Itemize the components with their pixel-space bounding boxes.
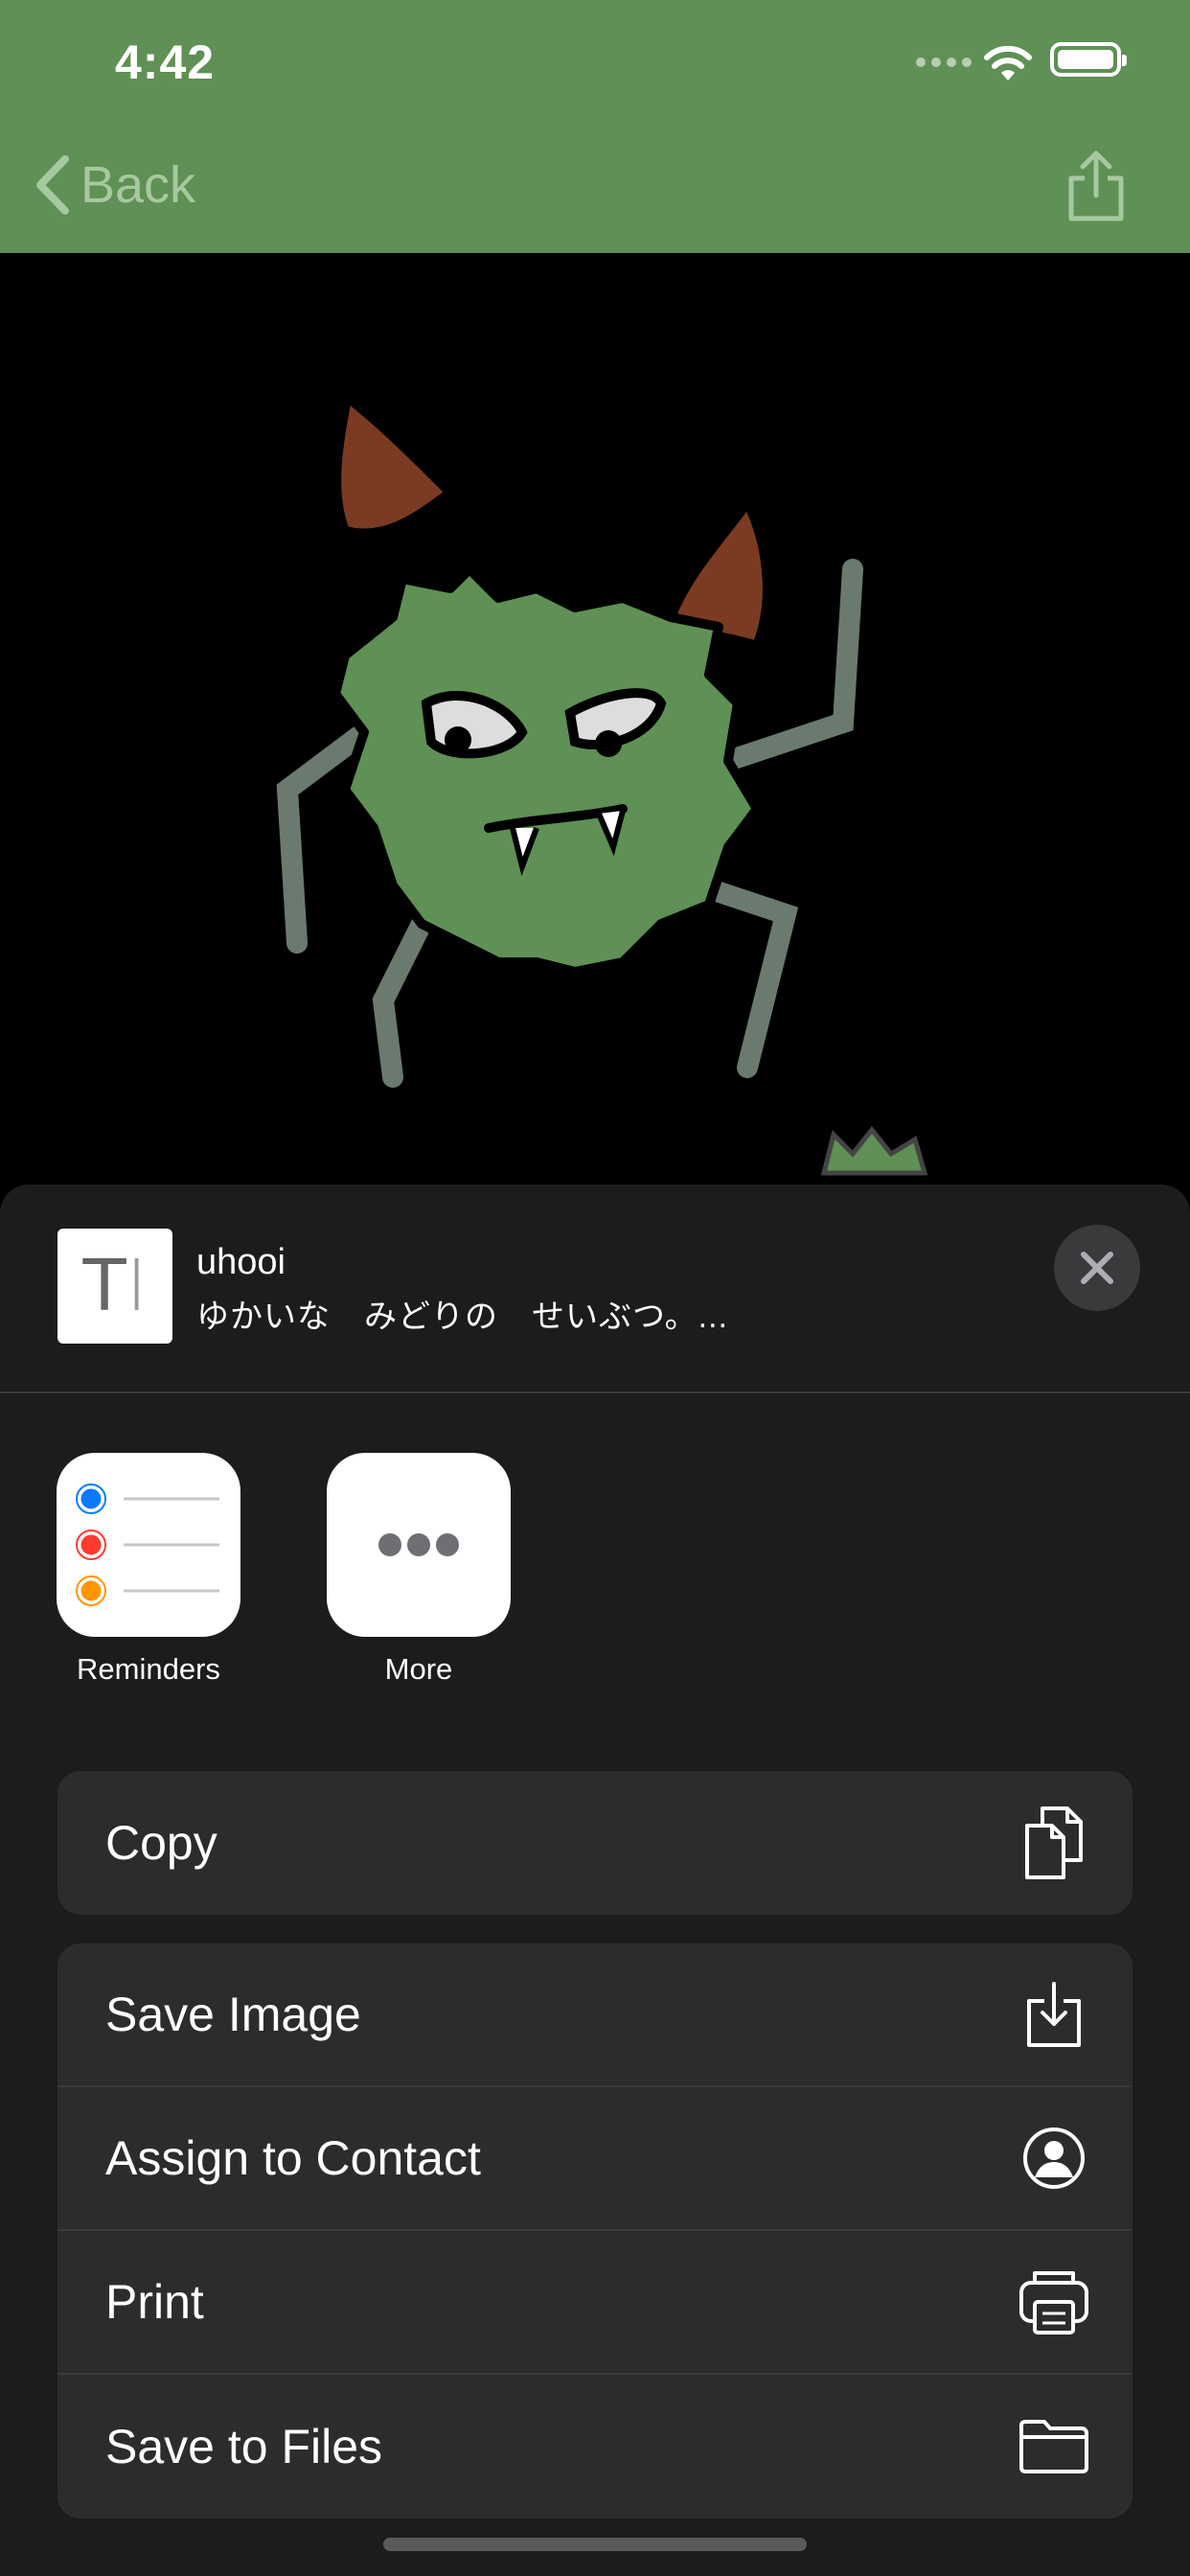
save-to-files-label: Save to Files	[105, 2420, 383, 2473]
action-group-main: Save Image Assign to Contact Print Save …	[57, 1944, 1133, 2518]
close-button[interactable]	[1054, 1225, 1140, 1311]
copy-label: Copy	[105, 1816, 217, 1870]
more-icon	[327, 1453, 511, 1637]
share-sheet: TI uhooi ゆかいな みどりの せいぶつ。... Reminders Mo…	[0, 1184, 1190, 2576]
more-label: More	[384, 1652, 453, 1686]
assign-to-contact-button[interactable]: Assign to Contact	[57, 2087, 1133, 2231]
back-button[interactable]: Back	[33, 153, 195, 217]
reminders-icon	[57, 1453, 240, 1637]
assign-to-contact-label: Assign to Contact	[105, 2131, 481, 2185]
text-document-thumbnail: TI	[57, 1229, 172, 1344]
print-label: Print	[105, 2275, 204, 2329]
more-apps-button[interactable]: More	[323, 1453, 515, 1687]
print-button[interactable]: Print	[57, 2231, 1133, 2375]
copy-icon	[1016, 1805, 1092, 1881]
share-icon[interactable]	[1065, 150, 1127, 222]
print-icon	[1016, 2264, 1092, 2340]
save-image-icon	[1016, 1976, 1092, 2053]
close-icon	[1081, 1252, 1113, 1284]
copy-button[interactable]: Copy	[57, 1771, 1133, 1915]
share-subtitle: ゆかいな みどりの せいぶつ。...	[196, 1299, 728, 1335]
share-title: uhooi	[196, 1242, 286, 1282]
action-group-copy: Copy	[57, 1771, 1133, 1915]
app-row: Reminders More	[0, 1453, 1190, 1740]
folder-icon	[1016, 2408, 1092, 2485]
save-image-label: Save Image	[105, 1988, 361, 2041]
text-cursor-icon: TI	[82, 1245, 148, 1327]
save-image-button[interactable]: Save Image	[57, 1944, 1133, 2087]
share-sheet-header: TI uhooi ゆかいな みどりの せいぶつ。...	[0, 1184, 1190, 1393]
back-label: Back	[80, 156, 196, 214]
save-to-files-button[interactable]: Save to Files	[57, 2375, 1133, 2518]
reminders-app-button[interactable]: Reminders	[53, 1453, 244, 1687]
wifi-icon	[984, 45, 1032, 80]
contact-icon	[1016, 2120, 1092, 2196]
chevron-left-icon	[36, 155, 69, 215]
navigation-bar: 4:42 Back	[0, 0, 1190, 253]
reminders-label: Reminders	[77, 1652, 220, 1686]
monster-illustration	[270, 387, 928, 1176]
cellular-signal-icon	[916, 58, 972, 67]
status-time: 4:42	[115, 35, 216, 89]
battery-icon	[1050, 42, 1127, 77]
home-indicator[interactable]	[383, 2538, 807, 2551]
